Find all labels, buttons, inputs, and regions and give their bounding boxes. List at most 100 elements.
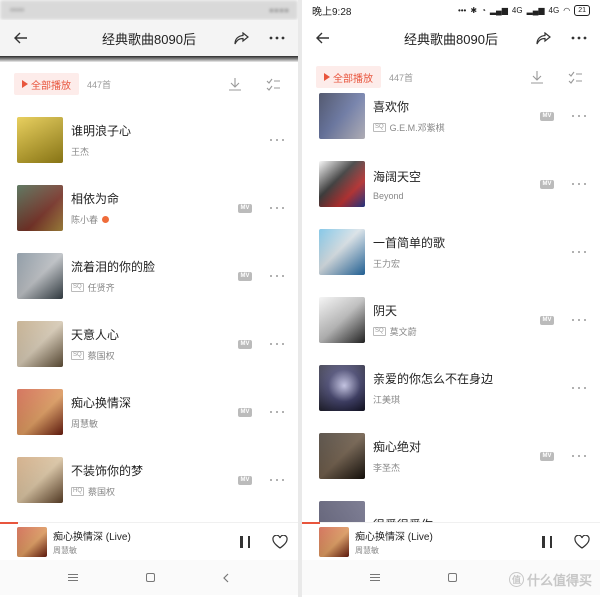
- multi-select-button[interactable]: [564, 66, 586, 88]
- list-item[interactable]: 不装饰你的梦 HQ 蔡国权 MV: [0, 446, 298, 514]
- album-cover: [319, 297, 365, 343]
- mv-badge[interactable]: MV: [540, 315, 554, 325]
- nav-back-icon[interactable]: [222, 573, 230, 583]
- mv-badge[interactable]: MV: [238, 203, 252, 213]
- now-playing-artist: 周慧敏: [53, 545, 77, 555]
- now-playing-artist: 周慧敏: [355, 545, 379, 555]
- play-icon: [22, 80, 28, 88]
- pause-icon[interactable]: [542, 535, 552, 548]
- album-cover: [17, 457, 63, 503]
- more-dots-icon: [269, 36, 285, 40]
- mini-player[interactable]: 痴心换情深 (Live) 周慧敏: [0, 522, 298, 560]
- song-artist: 任贤齐: [87, 283, 115, 293]
- home-icon[interactable]: [145, 573, 155, 582]
- mv-badge[interactable]: MV: [540, 111, 554, 121]
- status-time: 晚上9:28: [312, 6, 352, 18]
- more-dots-icon[interactable]: [270, 337, 284, 351]
- heart-icon[interactable]: [272, 534, 288, 549]
- back-arrow-icon: [14, 32, 27, 44]
- mv-badge[interactable]: MV: [540, 451, 554, 461]
- more-dots-icon: [571, 36, 587, 40]
- album-cover: [319, 365, 365, 411]
- watermark-logo-icon: 值: [508, 572, 524, 587]
- more-dots-icon[interactable]: [270, 133, 284, 147]
- more-dots-icon[interactable]: [572, 313, 586, 327]
- list-item[interactable]: 天意人心 SQ 蔡国权 MV: [0, 310, 298, 378]
- home-icon[interactable]: [447, 573, 457, 582]
- mv-badge[interactable]: MV: [238, 475, 252, 485]
- right-screen: 晚上9:28 ••• ✱ ◔ ▂▄▆ 4G ▂▄▆ 4G ◠ 21 经典歌曲80…: [302, 0, 600, 597]
- more-dots-icon[interactable]: [572, 245, 586, 259]
- song-list: 谁明浪子心 王杰 相依为命 陈小春 MV 流着泪的你的脸 SQ 任贤齐 MV 天意…: [0, 106, 298, 514]
- song-title: 天意人心: [71, 328, 120, 342]
- album-cover: [319, 161, 365, 207]
- song-title: 阴天: [373, 304, 398, 318]
- list-item[interactable]: 海阔天空 Beyond MV: [302, 150, 600, 218]
- network-type-2: 4G: [548, 5, 560, 15]
- download-button[interactable]: [224, 73, 246, 95]
- song-title: 亲爱的你怎么不在身边: [373, 372, 494, 386]
- watermark-text: 什么值得买: [526, 573, 592, 588]
- more-dots-icon[interactable]: [572, 381, 586, 395]
- share-button[interactable]: [230, 27, 252, 49]
- list-item[interactable]: 流着泪的你的脸 SQ 任贤齐 MV: [0, 242, 298, 310]
- mini-player[interactable]: 痴心换情深 (Live) 周慧敏: [302, 522, 600, 560]
- song-list: 喜欢你 SQ G.E.M.邓紫棋 MV 海阔天空 Beyond MV 一首简单的歌…: [302, 82, 600, 558]
- back-button[interactable]: [312, 27, 334, 49]
- action-row: 全部播放 447首: [0, 62, 298, 106]
- menu-icon[interactable]: [67, 574, 78, 581]
- bluetooth-icon: ✱: [470, 5, 478, 15]
- more-options-button[interactable]: [568, 27, 590, 49]
- mv-badge[interactable]: MV: [238, 271, 252, 281]
- player-progress: [0, 522, 18, 524]
- more-dots-icon[interactable]: [270, 473, 284, 487]
- heart-icon[interactable]: [574, 534, 590, 549]
- list-item[interactable]: 喜欢你 SQ G.E.M.邓紫棋 MV: [302, 82, 600, 150]
- list-item[interactable]: 一首简单的歌 王力宏: [302, 218, 600, 286]
- list-item[interactable]: 相依为命 陈小春 MV: [0, 174, 298, 242]
- more-dots-icon[interactable]: [270, 201, 284, 215]
- play-all-button[interactable]: 全部播放: [14, 73, 79, 95]
- left-screen: ▪▪▪▪ ▪ ▪ ▪ ▪ 经典歌曲8090后 全部播放 447首 谁明浪子心 王…: [0, 0, 298, 597]
- download-icon: [531, 71, 543, 84]
- song-artist: 蔡国权: [88, 487, 116, 497]
- network-type: 4G: [511, 5, 523, 15]
- alarm-icon: ◔: [481, 5, 486, 15]
- battery-level: 21: [574, 4, 590, 16]
- more-dots-icon[interactable]: [572, 449, 586, 463]
- list-item[interactable]: 痴心换情深 周慧敏 MV: [0, 378, 298, 446]
- song-artist: G.E.M.邓紫棋: [389, 123, 445, 133]
- signal-icon: ▂▄▆: [489, 5, 508, 15]
- quality-badge: SQ: [71, 351, 84, 360]
- back-button[interactable]: [10, 27, 32, 49]
- mv-badge[interactable]: MV: [540, 179, 554, 189]
- song-artist: Beyond: [373, 190, 404, 201]
- header: 经典歌曲8090后: [0, 20, 298, 56]
- list-item[interactable]: 阴天 SQ 莫文蔚 MV: [302, 286, 600, 354]
- wifi-icon: ◠: [563, 5, 571, 15]
- now-playing-title: 痴心换情深 (Live): [355, 531, 433, 543]
- more-dots-icon[interactable]: [270, 269, 284, 283]
- multi-select-button[interactable]: [262, 73, 284, 95]
- list-item[interactable]: 谁明浪子心 王杰: [0, 106, 298, 174]
- mv-badge[interactable]: MV: [238, 339, 252, 349]
- checklist-icon: [568, 71, 582, 84]
- checklist-icon: [266, 78, 280, 91]
- list-item[interactable]: 痴心绝对 李圣杰 MV: [302, 422, 600, 490]
- more-options-button[interactable]: [266, 27, 288, 49]
- pause-icon[interactable]: [240, 535, 250, 548]
- mv-badge[interactable]: MV: [238, 407, 252, 417]
- download-button[interactable]: [526, 66, 548, 88]
- header: 经典歌曲8090后: [302, 20, 600, 56]
- quality-badge: SQ: [373, 123, 386, 132]
- more-dots-icon[interactable]: [270, 405, 284, 419]
- now-playing-cover: [319, 526, 349, 557]
- more-dots-icon[interactable]: [572, 177, 586, 191]
- menu-icon[interactable]: [369, 574, 380, 581]
- more-dots-icon[interactable]: [572, 109, 586, 123]
- share-icon: [535, 31, 551, 44]
- album-cover: [17, 389, 63, 435]
- list-item[interactable]: 亲爱的你怎么不在身边 江美琪: [302, 354, 600, 422]
- share-button[interactable]: [532, 27, 554, 49]
- song-artist: 蔡国权: [87, 351, 115, 361]
